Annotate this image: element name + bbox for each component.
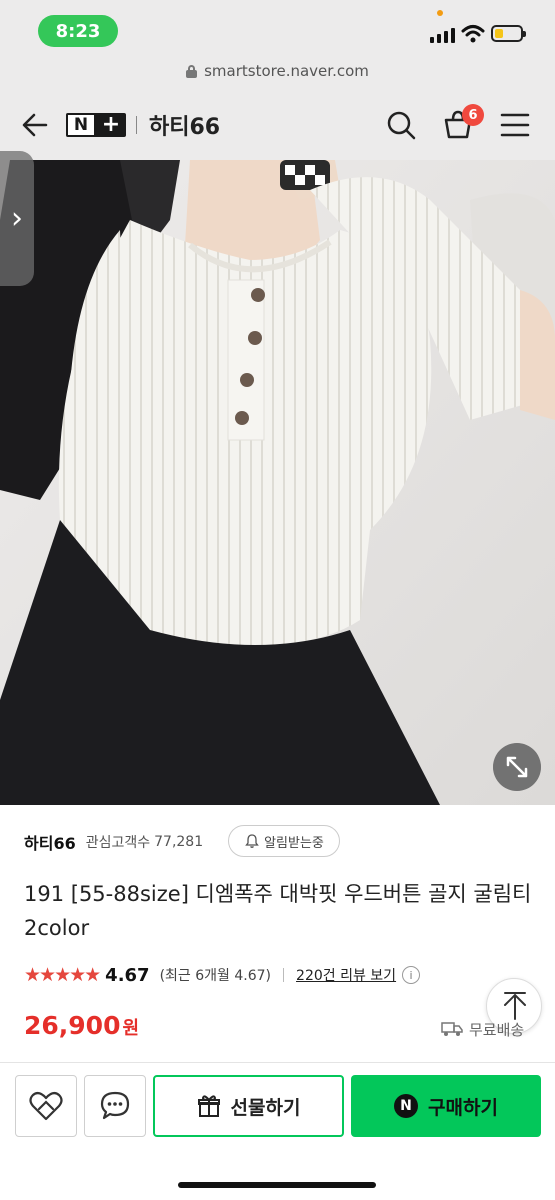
buy-label: 구매하기 <box>428 1096 498 1119</box>
follower-count: 77,281 <box>154 834 204 850</box>
rating-row: ★★★★★ 4.67 (최근 6개월 4.67) 220건 리뷰 보기 i <box>24 961 421 989</box>
status-bar: 8:23 <box>0 0 555 58</box>
shipping-info: 무료배송 <box>441 1017 524 1041</box>
info-icon[interactable]: i <box>402 966 421 984</box>
price-value: 26,900 <box>24 1011 121 1040</box>
status-time: 8:23 <box>38 15 118 47</box>
heart-icon <box>29 1091 63 1121</box>
seller-name[interactable]: 하티66 <box>24 830 76 854</box>
gift-button[interactable]: 선물하기 <box>153 1075 344 1137</box>
price-currency: 원 <box>122 1018 140 1039</box>
chat-icon <box>100 1091 130 1120</box>
expand-icon[interactable] <box>493 743 541 791</box>
signal-icon <box>430 27 456 43</box>
truck-icon <box>441 1022 463 1036</box>
recent-rating: (최근 6개월 4.67) <box>159 968 272 984</box>
naver-logo-n: N <box>66 113 96 137</box>
store-header: N + 하티66 6 <box>0 96 555 156</box>
gift-label: 선물하기 <box>230 1096 301 1119</box>
like-button[interactable] <box>15 1075 77 1137</box>
home-indicator[interactable] <box>178 1182 376 1188</box>
rating-divider <box>283 968 285 982</box>
notify-button[interactable]: 알림받는중 <box>228 825 340 857</box>
battery-icon <box>491 25 526 42</box>
naver-logo-plus: + <box>101 113 121 137</box>
rating-value: 4.67 <box>105 964 150 986</box>
naver-pay-icon: N <box>394 1094 419 1118</box>
header-divider <box>136 116 137 134</box>
battery-level <box>495 29 503 38</box>
back-arrow-icon[interactable] <box>20 110 50 140</box>
side-drawer-tab[interactable]: › <box>0 151 34 286</box>
gift-icon <box>197 1095 220 1117</box>
naver-plus-logo[interactable]: N + <box>66 113 126 137</box>
wifi-icon <box>461 25 485 43</box>
price-row: 26,900 원 <box>24 1011 139 1047</box>
product-image[interactable] <box>0 160 555 805</box>
lock-icon <box>186 64 198 78</box>
rating-stars: ★★★★★ <box>24 964 101 986</box>
seller-row: 하티66 관심고객수 77,281 <box>24 827 203 857</box>
bell-icon <box>245 834 259 848</box>
url-bar[interactable]: smartstore.naver.com <box>0 58 555 84</box>
follower-label: 관심고객수 <box>85 835 151 851</box>
talk-button[interactable] <box>84 1075 146 1137</box>
product-info: 하티66 관심고객수 77,281 알림받는중 191 [55-88size] … <box>0 805 555 1075</box>
privacy-indicator-dot <box>437 10 443 16</box>
shipping-label: 무료배송 <box>469 1020 525 1039</box>
store-name[interactable]: 하티66 <box>149 109 220 141</box>
review-link[interactable]: 220건 리뷰 보기 <box>296 965 396 985</box>
search-icon[interactable] <box>386 110 416 140</box>
browser-chrome: 8:23 smartstore.naver.com N + 하티66 6 <box>0 0 555 160</box>
cart-count-badge: 6 <box>462 104 484 126</box>
bottom-action-bar: 선물하기 N 구매하기 <box>0 1062 555 1200</box>
buy-button[interactable]: N 구매하기 <box>351 1075 541 1137</box>
product-photo-illustration <box>0 160 555 805</box>
product-title: 191 [55-88size] 디엠폭주 대박핏 우드버튼 골지 굴림티 2co… <box>24 882 532 940</box>
url-text: smartstore.naver.com <box>204 62 369 80</box>
menu-icon[interactable] <box>500 112 530 138</box>
notify-label: 알림받는중 <box>264 835 324 851</box>
